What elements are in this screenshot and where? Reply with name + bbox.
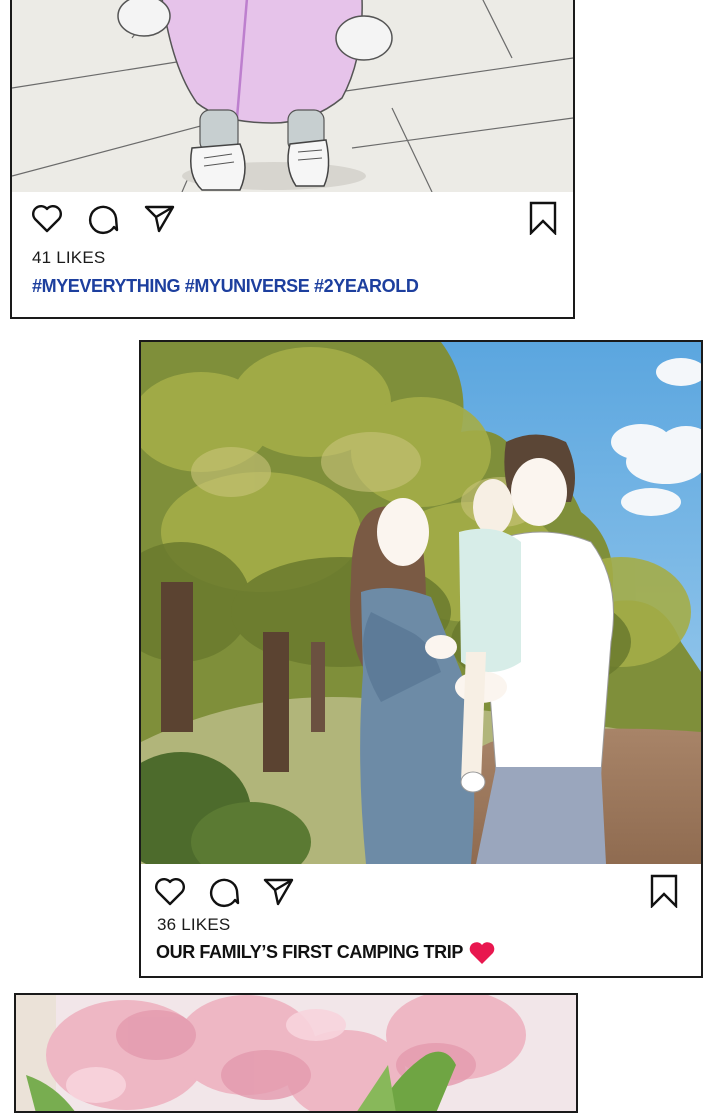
post-card-3: [14, 993, 578, 1113]
post-3-photo: [16, 995, 576, 1111]
post-2-caption: OUR FAMILY’S FIRST CAMPING TRIP: [156, 942, 463, 962]
post-2-likes: 36 LIKES: [157, 915, 231, 934]
send-icon[interactable]: [261, 874, 295, 908]
post-2-photo: [141, 342, 701, 864]
post-card-1: 41 LIKES #MYEVERYTHING #MYUNIVERSE #2YEA…: [10, 0, 575, 319]
bookmark-icon[interactable]: [526, 201, 560, 235]
heart-outline-icon[interactable]: [153, 874, 187, 908]
comment-icon[interactable]: [86, 201, 120, 235]
post-card-2: 36 LIKES OUR FAMILY’S FIRST CAMPING TRIP: [139, 340, 703, 978]
comment-icon[interactable]: [207, 874, 241, 908]
red-heart-icon: [468, 940, 496, 966]
post-1-caption: #MYEVERYTHING #MYUNIVERSE #2YEAROLD: [32, 276, 419, 296]
bookmark-icon[interactable]: [647, 874, 681, 908]
send-icon[interactable]: [142, 201, 176, 235]
post-1-likes: 41 LIKES: [32, 248, 106, 267]
post-1-action-bar: [12, 201, 573, 235]
heart-outline-icon[interactable]: [30, 201, 64, 235]
post-2-action-bar: [141, 874, 701, 908]
post-1-photo: [12, 0, 573, 192]
